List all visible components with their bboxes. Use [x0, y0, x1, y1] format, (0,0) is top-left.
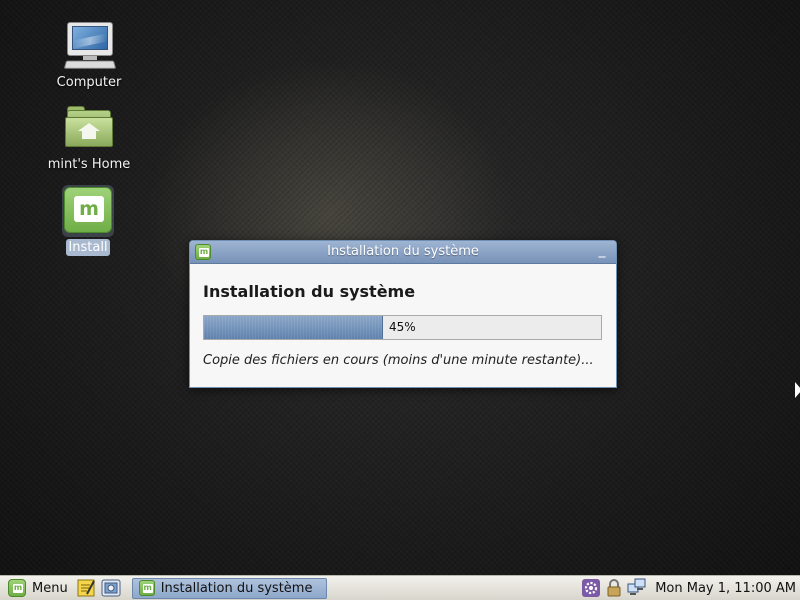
menu-button[interactable]: m Menu	[2, 577, 72, 599]
lock-icon[interactable]	[604, 578, 624, 598]
progress-fill	[204, 316, 383, 339]
clock[interactable]: Mon May 1, 11:00 AM	[655, 581, 796, 596]
desktop-icon-label: Computer	[56, 75, 122, 90]
taskbar-item-installer[interactable]: m Installation du système	[131, 577, 327, 599]
home-folder-icon	[63, 102, 115, 154]
mint-logo-icon: m	[62, 185, 114, 237]
screenshot-tool-icon[interactable]	[100, 577, 122, 599]
desktop-icon-home[interactable]: mint's Home	[39, 102, 139, 173]
mint-logo-icon: m	[138, 580, 155, 596]
desktop: Computer mint's Home m Install m Install…	[0, 0, 800, 575]
network-icon[interactable]	[627, 578, 647, 598]
text-editor-icon[interactable]	[75, 577, 97, 599]
desktop-icon-label: Install	[66, 239, 110, 256]
bottom-panel: m Menu m Installation du système Mon May…	[0, 575, 800, 600]
system-tray: Mon May 1, 11:00 AM	[578, 577, 800, 599]
window-title: Installation du système	[327, 244, 479, 259]
menu-label: Menu	[32, 580, 68, 596]
computer-icon	[63, 20, 117, 72]
mouse-cursor	[795, 382, 800, 398]
window-titlebar[interactable]: m Installation du système _	[190, 241, 616, 264]
installer-window: m Installation du système _ Installation…	[189, 240, 617, 388]
desktop-icon-label: mint's Home	[47, 157, 131, 172]
progress-bar: 45%	[203, 315, 602, 340]
desktop-icon-install[interactable]: m Install	[38, 185, 138, 256]
dialog-heading: Installation du système	[203, 282, 416, 301]
minimize-button[interactable]: _	[594, 242, 610, 260]
settings-gear-icon[interactable]	[581, 578, 601, 598]
mint-logo-icon: m	[8, 579, 26, 597]
progress-label: 45%	[389, 320, 416, 334]
status-text: Copie des fichiers en cours (moins d'une…	[203, 353, 594, 368]
taskbar-item-label: Installation du système	[160, 580, 313, 596]
desktop-icon-computer[interactable]: Computer	[39, 20, 139, 91]
